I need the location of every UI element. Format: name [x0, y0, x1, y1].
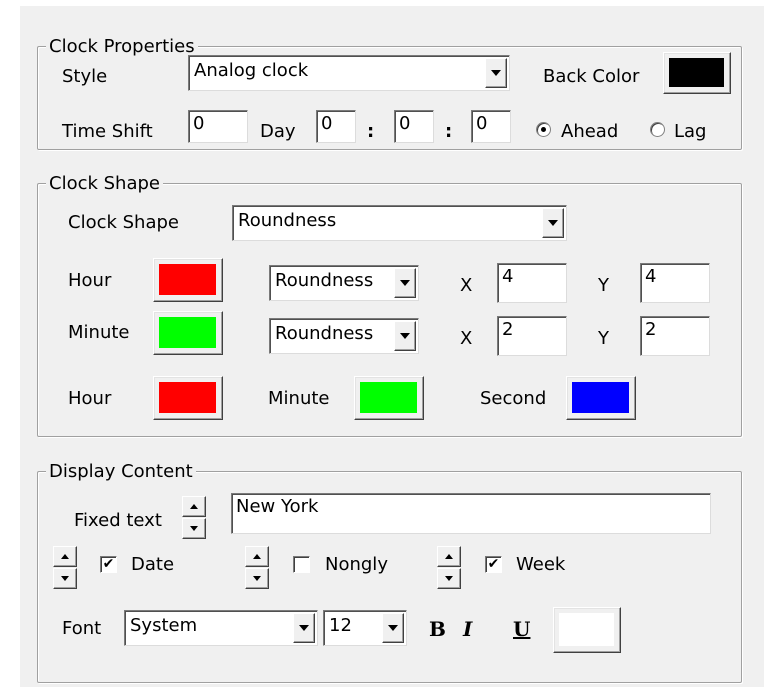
style-dropdown-button[interactable]: [485, 58, 507, 88]
hour-y-input[interactable]: 4: [640, 263, 710, 303]
minute-color-swatch: [159, 317, 216, 348]
font-color-swatch: [559, 613, 614, 646]
hour-label: Hour: [68, 270, 112, 291]
hand-second-label: Second: [480, 388, 547, 409]
minute-x-input[interactable]: 2: [497, 316, 567, 356]
chevron-down-icon: [388, 625, 398, 631]
clock-shape-value: Roundness: [238, 210, 337, 231]
week-label: Week: [516, 554, 566, 575]
lag-radio[interactable]: [650, 122, 665, 137]
font-color-button[interactable]: [553, 607, 621, 653]
font-dropdown-button[interactable]: [293, 613, 315, 643]
underline-button[interactable]: U: [513, 618, 530, 640]
time-shift-label: Time Shift: [62, 121, 153, 142]
back-color-swatch: [669, 58, 724, 87]
minute-shape-dropdown-button[interactable]: [394, 321, 416, 351]
time-separator: :: [445, 121, 453, 142]
chevron-down-icon: [299, 625, 309, 631]
minute-y-input[interactable]: 2: [640, 316, 710, 356]
week-spinner[interactable]: [437, 546, 461, 590]
font-select[interactable]: System: [124, 610, 318, 646]
hand-second-color-swatch: [572, 382, 629, 413]
spin-up-icon[interactable]: [245, 546, 269, 567]
nongly-checkbox[interactable]: [293, 556, 310, 573]
minute-color-button[interactable]: [153, 311, 223, 355]
minute-shape-select[interactable]: Roundness: [269, 318, 419, 354]
back-color-label: Back Color: [543, 66, 640, 87]
hour-shape-value: Roundness: [275, 270, 374, 291]
hand-minute-label: Minute: [268, 388, 330, 409]
nongly-spinner[interactable]: [245, 546, 269, 590]
spin-up-icon[interactable]: [182, 496, 206, 517]
style-select[interactable]: Analog clock: [188, 55, 510, 91]
clock-shape-dropdown-button[interactable]: [542, 208, 564, 238]
hand-hour-label: Hour: [68, 388, 112, 409]
hand-hour-color-button[interactable]: [153, 376, 223, 420]
clock-shape-select[interactable]: Roundness: [232, 205, 567, 241]
hour-shape-select[interactable]: Roundness: [269, 265, 419, 301]
spin-up-icon[interactable]: [53, 546, 77, 567]
italic-button[interactable]: I: [463, 618, 472, 640]
chevron-down-icon: [548, 220, 558, 226]
fixed-text-input[interactable]: New York: [231, 493, 711, 534]
hour-x-input[interactable]: 4: [497, 263, 567, 303]
spin-down-icon[interactable]: [182, 518, 206, 539]
clock-shape-label: Clock Shape: [68, 212, 179, 233]
fixed-text-label: Fixed text: [74, 510, 162, 531]
clock-shape-legend: Clock Shape: [46, 173, 163, 194]
week-checkbox[interactable]: ✔: [485, 556, 502, 573]
clock-properties-legend: Clock Properties: [46, 36, 198, 57]
style-select-value: Analog clock: [194, 60, 309, 81]
display-content-legend: Display Content: [46, 461, 196, 482]
radio-selected-dot: [541, 127, 546, 132]
font-size-select[interactable]: 12: [323, 610, 407, 646]
ahead-label: Ahead: [561, 121, 619, 142]
bold-button[interactable]: B: [429, 618, 446, 640]
time-shift-input[interactable]: 0: [188, 110, 248, 143]
spin-up-icon[interactable]: [437, 546, 461, 567]
hand-minute-color-swatch: [360, 382, 417, 413]
style-label: Style: [62, 66, 108, 87]
nongly-label: Nongly: [325, 554, 388, 575]
chevron-down-icon: [400, 280, 410, 286]
hour-color-swatch: [159, 264, 216, 295]
minute-x-label: X: [460, 328, 473, 349]
font-select-value: System: [130, 615, 198, 636]
lag-label: Lag: [674, 121, 707, 142]
minutes-input[interactable]: 0: [394, 110, 434, 143]
day-label: Day: [260, 121, 296, 142]
seconds-input[interactable]: 0: [471, 110, 511, 143]
fixed-text-spinner[interactable]: [182, 496, 206, 540]
date-checkbox[interactable]: ✔: [100, 556, 117, 573]
day-input[interactable]: 0: [316, 110, 356, 143]
spin-down-icon[interactable]: [245, 568, 269, 589]
hand-minute-color-button[interactable]: [354, 376, 424, 420]
hand-hour-color-swatch: [159, 382, 216, 413]
minute-y-label: Y: [598, 328, 609, 349]
date-label: Date: [131, 554, 175, 575]
hand-second-color-button[interactable]: [566, 376, 636, 420]
spin-down-icon[interactable]: [437, 568, 461, 589]
font-size-value: 12: [329, 615, 352, 636]
hour-shape-dropdown-button[interactable]: [394, 268, 416, 298]
back-color-button[interactable]: [663, 52, 731, 94]
date-spinner[interactable]: [53, 546, 77, 590]
font-label: Font: [62, 618, 102, 639]
font-size-dropdown-button[interactable]: [382, 613, 404, 643]
clock-settings-panel: Clock Properties Style Analog clock Back…: [20, 6, 764, 687]
minute-label: Minute: [68, 322, 130, 343]
hour-color-button[interactable]: [153, 258, 223, 302]
hour-y-label: Y: [598, 275, 609, 296]
ahead-radio[interactable]: [536, 122, 551, 137]
spin-down-icon[interactable]: [53, 568, 77, 589]
minute-shape-value: Roundness: [275, 323, 374, 344]
hour-x-label: X: [460, 275, 473, 296]
chevron-down-icon: [491, 70, 501, 76]
chevron-down-icon: [400, 333, 410, 339]
time-separator: :: [367, 121, 375, 142]
